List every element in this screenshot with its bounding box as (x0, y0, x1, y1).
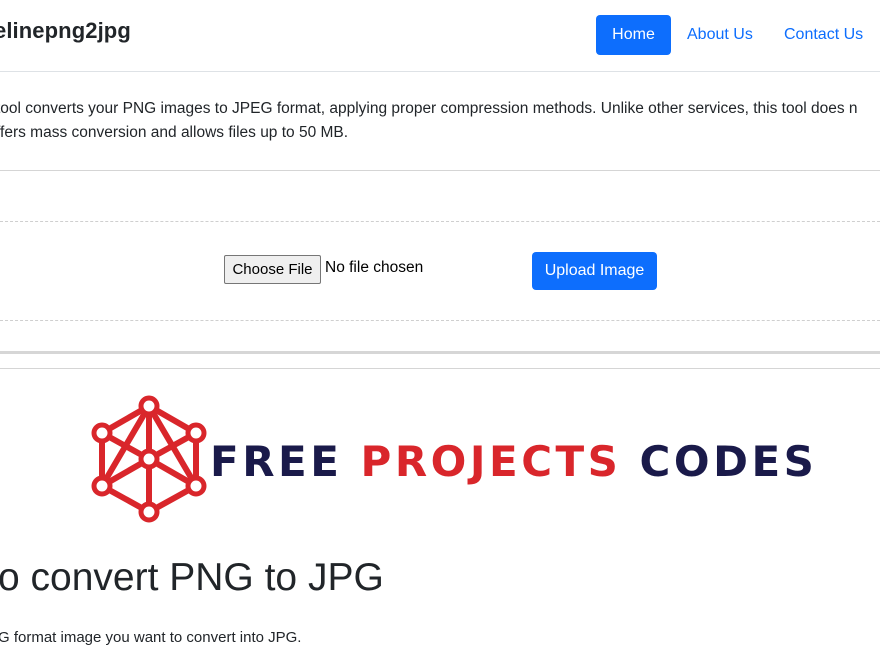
section-divider (0, 170, 880, 171)
nav-about-link[interactable]: About Us (687, 15, 753, 55)
instruction-text: G format image you want to convert into … (0, 629, 302, 646)
file-status-text: No file chosen (325, 259, 424, 276)
upload-area-bottom-border (0, 320, 880, 321)
upload-image-button[interactable]: Upload Image (532, 252, 657, 290)
navbar-divider (0, 71, 880, 72)
content-divider (0, 368, 880, 369)
intro-line-1: tool converts your PNG images to JPEG fo… (0, 100, 858, 117)
intro-line-2: ffers mass conversion and allows files u… (0, 124, 349, 141)
logo-wordmark: FREE PROJECTS CODES (210, 437, 817, 486)
choose-file-button[interactable]: Choose File (224, 255, 321, 284)
logo-word-codes: CODES (639, 437, 818, 486)
nav-home-link[interactable]: Home (596, 15, 671, 55)
logo-word-free: FREE (210, 437, 343, 486)
page-heading: o convert PNG to JPG (0, 556, 384, 599)
thick-divider (0, 351, 880, 354)
navbar-brand[interactable]: elinepng2jpg (0, 18, 131, 44)
logo-network-icon (91, 395, 207, 523)
logo-word-projects: PROJECTS (360, 437, 622, 486)
upload-area-top-border (0, 221, 880, 222)
nav-contact-link[interactable]: Contact Us (784, 15, 863, 55)
